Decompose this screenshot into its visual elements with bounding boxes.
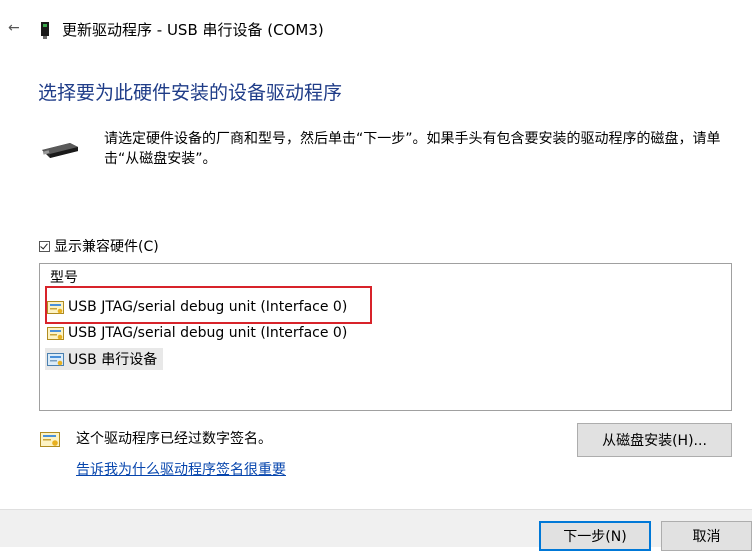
title-bar: ← 更新驱动程序 - USB 串行设备 (COM3) bbox=[0, 0, 752, 60]
usb-device-icon bbox=[41, 22, 49, 39]
usb-cable-icon bbox=[42, 143, 78, 158]
list-item[interactable]: USB JTAG/serial debug unit (Interface 0) bbox=[45, 296, 353, 318]
driver-cert-icon bbox=[47, 352, 64, 366]
driver-cert-icon bbox=[47, 300, 64, 314]
list-item[interactable]: USB JTAG/serial debug unit (Interface 0) bbox=[45, 322, 353, 344]
back-arrow-icon[interactable]: ← bbox=[8, 20, 20, 36]
checkbox-box[interactable] bbox=[39, 240, 50, 252]
signature-status-text: 这个驱动程序已经过数字签名。 bbox=[76, 431, 272, 447]
list-item-label: USB JTAG/serial debug unit (Interface 0) bbox=[68, 325, 348, 341]
why-signing-matters-link[interactable]: 告诉我为什么驱动程序签名很重要 bbox=[76, 460, 286, 480]
page-title: 选择要为此硬件安装的设备驱动程序 bbox=[38, 82, 343, 104]
list-item-label: USB JTAG/serial debug unit (Interface 0) bbox=[68, 299, 348, 315]
show-compatible-hardware-checkbox[interactable]: 显示兼容硬件(C) bbox=[39, 236, 159, 256]
driver-cert-icon bbox=[47, 326, 64, 340]
list-item[interactable]: USB 串行设备 bbox=[45, 348, 164, 370]
have-disk-button[interactable]: 从磁盘安装(H)... bbox=[577, 423, 732, 457]
instructions-text: 请选定硬件设备的厂商和型号，然后单击“下一步”。如果手头有包含要安装的驱动程序的… bbox=[104, 131, 721, 167]
certificate-icon bbox=[40, 432, 60, 447]
list-header-model: 型号 bbox=[50, 270, 78, 286]
list-item-label: USB 串行设备 bbox=[68, 352, 158, 368]
window-title: 更新驱动程序 - USB 串行设备 (COM3) bbox=[62, 21, 324, 39]
show-compatible-hardware-label: 显示兼容硬件(C) bbox=[54, 239, 159, 255]
